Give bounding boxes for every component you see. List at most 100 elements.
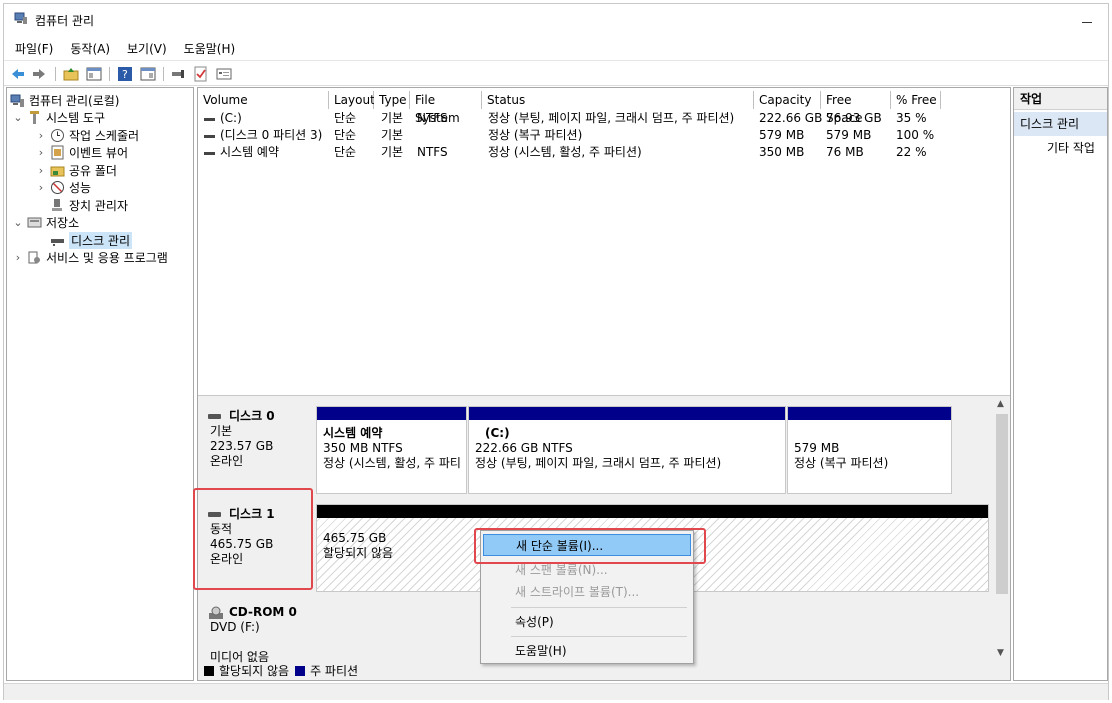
tree-item-services-applications[interactable]: › 서비스 및 응용 프로그램 — [12, 249, 168, 266]
volume-row[interactable]: (C:) 단순 기본 NTFS 정상 (부팅, 페이지 파일, 크래시 덤프, … — [198, 110, 1010, 127]
menu-action[interactable]: 동작(A) — [59, 37, 116, 57]
highlight-new-simple-volume — [474, 528, 706, 564]
tree-item-event-viewer[interactable]: › 이벤트 뷰어 — [35, 144, 128, 161]
disk-size: 223.57 GB — [210, 439, 274, 453]
tree-item-device-manager[interactable]: 장치 관리자 — [50, 197, 128, 214]
show-action-pane-icon[interactable] — [140, 66, 156, 82]
chevron-right-icon[interactable]: › — [35, 146, 47, 159]
chevron-down-icon[interactable]: ⌄ — [12, 111, 24, 124]
chevron-right-icon[interactable]: › — [35, 164, 47, 177]
shared-folder-icon — [50, 166, 65, 177]
tree-label: 컴퓨터 관리(로컬) — [29, 94, 120, 108]
menu-separator — [511, 607, 687, 608]
chevron-right-icon[interactable]: › — [35, 181, 47, 194]
legend-swatch-primary — [295, 665, 306, 676]
tree-item-disk-management[interactable]: 디스크 관리 — [50, 232, 133, 249]
tree-label: 작업 스케줄러 — [69, 129, 140, 143]
toolbar: ? — [4, 60, 1108, 86]
menu-bar: 파일(F) 동작(A) 보기(V) 도움말(H) — [4, 37, 241, 57]
partition-status: 정상 (부팅, 페이지 파일, 크래시 덤프, 주 파티션) — [475, 456, 722, 470]
volume-capacity: 350 MB — [759, 145, 805, 159]
menu-separator — [511, 636, 687, 637]
volume-type: 기본 — [381, 145, 404, 159]
partition-status: 정상 (시스템, 활성, 주 파티 — [323, 456, 461, 470]
chevron-right-icon[interactable]: › — [12, 251, 24, 264]
tree-label: 디스크 관리 — [69, 232, 133, 249]
volume-percent-free: 35 % — [896, 111, 927, 125]
volume-layout: 단순 — [334, 145, 357, 159]
disk-0-label[interactable]: 디스크 0 기본 223.57 GB 온라인 — [202, 409, 312, 469]
up-folder-icon[interactable] — [63, 66, 79, 82]
toolbar-separator — [109, 67, 110, 81]
help-icon[interactable]: ? — [117, 66, 133, 82]
partition-bar — [469, 407, 785, 420]
volume-layout: 단순 — [334, 111, 357, 125]
scroll-thumb[interactable] — [996, 414, 1008, 594]
toolbar-separator — [163, 67, 164, 81]
column-header-type[interactable]: Type — [374, 91, 410, 109]
show-console-tree-icon[interactable] — [86, 66, 102, 82]
menu-item-properties[interactable]: 속성(P) — [483, 611, 691, 633]
list-view-icon[interactable] — [216, 66, 232, 82]
column-header-free-space[interactable]: Free Space — [821, 91, 891, 125]
volume-row[interactable]: (디스크 0 파티션 3) 단순 기본 정상 (복구 파티션) 579 MB 5… — [198, 127, 1010, 144]
menu-view[interactable]: 보기(V) — [116, 37, 173, 57]
tree-item-task-scheduler[interactable]: › 작업 스케줄러 — [35, 127, 139, 144]
column-header-layout[interactable]: Layout — [329, 91, 375, 109]
tree-item-shared-folders[interactable]: › 공유 폴더 — [35, 162, 117, 179]
partition-c-drive[interactable]: (C:) 222.66 GB NTFS 정상 (부팅, 페이지 파일, 크래시 … — [468, 406, 786, 494]
disk-name: CD-ROM 0 — [229, 605, 297, 619]
menu-item-help[interactable]: 도움말(H) — [483, 640, 691, 662]
actions-more[interactable]: 기타 작업 — [1047, 139, 1095, 157]
toolbar-separator — [55, 67, 56, 81]
partition-size: 579 MB — [794, 441, 840, 455]
partition-bar — [317, 407, 466, 420]
partition-title: (C:) — [485, 426, 510, 440]
volume-free-space: 76.93 GB — [826, 111, 882, 125]
connect-icon[interactable] — [170, 66, 186, 82]
scroll-down-icon[interactable]: ▼ — [997, 648, 1004, 658]
computer-management-icon — [10, 94, 24, 107]
back-arrow-icon[interactable] — [10, 66, 26, 82]
tree-label: 장치 관리자 — [69, 199, 129, 213]
column-header-percent-free[interactable]: % Free — [891, 91, 941, 109]
volume-row[interactable]: 시스템 예약 단순 기본 NTFS 정상 (시스템, 활성, 주 파티션) 35… — [198, 144, 1010, 161]
volume-percent-free: 100 % — [896, 128, 935, 142]
legend: 할당되지 않음 주 파티션 — [204, 662, 358, 679]
volume-percent-free: 22 % — [896, 145, 927, 159]
partition-title: 시스템 예약 — [323, 426, 383, 440]
check-properties-icon[interactable] — [193, 66, 209, 82]
menu-item-new-striped-volume[interactable]: 새 스트라이프 볼륨(T)... — [483, 581, 691, 603]
legend-label: 할당되지 않음 — [219, 664, 290, 678]
menu-help[interactable]: 도움말(H) — [173, 37, 242, 57]
tree-item-computer-management[interactable]: 컴퓨터 관리(로컬) — [10, 92, 119, 109]
device-manager-icon — [52, 199, 62, 211]
column-header-file-system[interactable]: File System — [410, 91, 482, 125]
volume-free-space: 76 MB — [826, 145, 864, 159]
column-header-capacity[interactable]: Capacity — [754, 91, 821, 109]
menu-file[interactable]: 파일(F) — [4, 37, 59, 57]
computer-management-window: 컴퓨터 관리 파일(F) 동작(A) 보기(V) 도움말(H) ? 컴퓨터 관리… — [3, 3, 1109, 700]
tree-item-system-tools[interactable]: ⌄ 시스템 도구 — [12, 109, 105, 126]
disk-icon — [208, 414, 221, 419]
cdrom-0-label[interactable]: CD-ROM 0 DVD (F:) 미디어 없음 — [202, 605, 312, 665]
tree-item-performance[interactable]: › 성능 — [35, 179, 91, 196]
chevron-down-icon[interactable]: ⌄ — [12, 216, 24, 229]
minimize-button[interactable] — [1082, 11, 1094, 25]
column-header-volume[interactable]: Volume — [198, 91, 329, 109]
scroll-up-icon[interactable]: ▲ — [997, 399, 1004, 409]
partition-size: 350 MB NTFS — [323, 441, 403, 455]
tree-item-storage[interactable]: ⌄ 저장소 — [12, 214, 79, 231]
tree-label: 공유 폴더 — [69, 164, 117, 178]
partition-recovery[interactable]: 579 MB 정상 (복구 파티션) — [787, 406, 952, 494]
column-header-status[interactable]: Status — [482, 91, 754, 109]
partition-bar — [317, 505, 988, 518]
disk-type: 기본 — [210, 424, 233, 438]
chevron-right-icon[interactable]: › — [35, 129, 47, 142]
tools-icon — [30, 111, 39, 124]
vertical-scrollbar[interactable]: ▲ ▼ — [994, 396, 1010, 680]
partition-system-reserved[interactable]: 시스템 예약 350 MB NTFS 정상 (시스템, 활성, 주 파티 — [316, 406, 467, 494]
forward-arrow-icon[interactable] — [31, 66, 47, 82]
actions-section-disk-management[interactable]: 디스크 관리 — [1014, 112, 1107, 136]
volume-icon — [204, 152, 215, 155]
